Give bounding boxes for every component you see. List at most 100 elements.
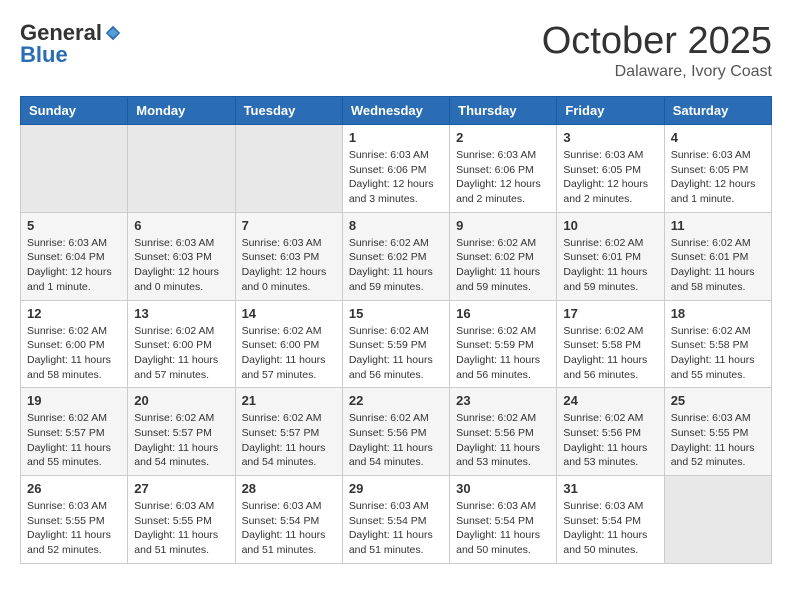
day-header-friday: Friday [557,97,664,125]
calendar-cell: 31Sunrise: 6:03 AM Sunset: 5:54 PM Dayli… [557,476,664,564]
calendar-cell: 4 Sunrise: 6:03 AM Sunset: 6:05 PM Daylig… [664,125,771,213]
day-number: 29 [349,481,443,496]
calendar-week-2: 5 Sunrise: 6:03 AM Sunset: 6:04 PM Daylig… [21,212,772,300]
day-number: 22 [349,393,443,408]
calendar-cell: 6Sunrise: 6:03 AM Sunset: 6:03 PM Daylig… [128,212,235,300]
day-number: 5 [27,218,121,233]
calendar-header-row: SundayMondayTuesdayWednesdayThursdayFrid… [21,97,772,125]
day-number: 20 [134,393,228,408]
day-number: 14 [242,306,336,321]
day-number: 30 [456,481,550,496]
day-info: Sunrise: 6:03 AM Sunset: 5:55 PM Dayligh… [671,411,765,470]
day-number: 4 [671,130,765,145]
calendar-cell: 24 Sunrise: 6:02 AM Sunset: 5:56 PM Dayli… [557,388,664,476]
day-info: Sunrise: 6:02 AM Sunset: 6:01 PM Dayligh… [563,236,657,295]
calendar-cell: 15Sunrise: 6:02 AM Sunset: 5:59 PM Dayli… [342,300,449,388]
day-info: Sunrise: 6:03 AM Sunset: 6:05 PM Dayligh… [671,148,765,207]
day-info: Sunrise: 6:03 AM Sunset: 5:54 PM Dayligh… [563,499,657,558]
calendar-cell: 2Sunrise: 6:03 AM Sunset: 6:06 PM Daylig… [450,125,557,213]
day-number: 15 [349,306,443,321]
calendar-cell: 8 Sunrise: 6:02 AM Sunset: 6:02 PM Daylig… [342,212,449,300]
calendar-cell: 11 Sunrise: 6:02 AM Sunset: 6:01 PM Dayli… [664,212,771,300]
logo: General Blue [20,20,122,68]
calendar-cell: 14 Sunrise: 6:02 AM Sunset: 6:00 PM Dayli… [235,300,342,388]
day-number: 23 [456,393,550,408]
day-number: 8 [349,218,443,233]
day-number: 6 [134,218,228,233]
day-info: Sunrise: 6:03 AM Sunset: 6:03 PM Dayligh… [242,236,336,295]
day-info: Sunrise: 6:02 AM Sunset: 6:00 PM Dayligh… [242,324,336,383]
day-header-monday: Monday [128,97,235,125]
calendar-cell: 10 Sunrise: 6:02 AM Sunset: 6:01 PM Dayli… [557,212,664,300]
calendar-cell: 1 Sunrise: 6:03 AM Sunset: 6:06 PM Daylig… [342,125,449,213]
calendar-cell: 25 Sunrise: 6:03 AM Sunset: 5:55 PM Dayli… [664,388,771,476]
calendar-cell: 19Sunrise: 6:02 AM Sunset: 5:57 PM Dayli… [21,388,128,476]
logo-icon [104,24,122,42]
day-number: 9 [456,218,550,233]
day-number: 27 [134,481,228,496]
day-info: Sunrise: 6:02 AM Sunset: 6:00 PM Dayligh… [27,324,121,383]
day-info: Sunrise: 6:02 AM Sunset: 5:56 PM Dayligh… [456,411,550,470]
calendar-cell: 26 Sunrise: 6:03 AM Sunset: 5:55 PM Dayli… [21,476,128,564]
day-info: Sunrise: 6:02 AM Sunset: 6:02 PM Dayligh… [349,236,443,295]
day-info: Sunrise: 6:03 AM Sunset: 6:06 PM Dayligh… [456,148,550,207]
calendar-cell: 22Sunrise: 6:02 AM Sunset: 5:56 PM Dayli… [342,388,449,476]
title-section: October 2025 Dalaware, Ivory Coast [542,20,772,81]
calendar-week-5: 26 Sunrise: 6:03 AM Sunset: 5:55 PM Dayli… [21,476,772,564]
calendar-cell: 30 Sunrise: 6:03 AM Sunset: 5:54 PM Dayli… [450,476,557,564]
day-header-thursday: Thursday [450,97,557,125]
calendar-cell: 23 Sunrise: 6:02 AM Sunset: 5:56 PM Dayli… [450,388,557,476]
calendar-cell: 9Sunrise: 6:02 AM Sunset: 6:02 PM Daylig… [450,212,557,300]
calendar-cell: 5 Sunrise: 6:03 AM Sunset: 6:04 PM Daylig… [21,212,128,300]
day-info: Sunrise: 6:02 AM Sunset: 6:01 PM Dayligh… [671,236,765,295]
day-info: Sunrise: 6:03 AM Sunset: 5:54 PM Dayligh… [456,499,550,558]
day-number: 24 [563,393,657,408]
calendar-cell: 21Sunrise: 6:02 AM Sunset: 5:57 PM Dayli… [235,388,342,476]
day-header-saturday: Saturday [664,97,771,125]
day-info: Sunrise: 6:03 AM Sunset: 6:06 PM Dayligh… [349,148,443,207]
calendar-cell [664,476,771,564]
calendar-week-3: 12 Sunrise: 6:02 AM Sunset: 6:00 PM Dayli… [21,300,772,388]
calendar-cell: 7 Sunrise: 6:03 AM Sunset: 6:03 PM Daylig… [235,212,342,300]
day-info: Sunrise: 6:02 AM Sunset: 5:59 PM Dayligh… [456,324,550,383]
day-number: 17 [563,306,657,321]
logo-blue: Blue [20,42,68,68]
day-header-tuesday: Tuesday [235,97,342,125]
calendar-table: SundayMondayTuesdayWednesdayThursdayFrid… [20,96,772,564]
day-number: 28 [242,481,336,496]
day-info: Sunrise: 6:03 AM Sunset: 6:05 PM Dayligh… [563,148,657,207]
day-number: 18 [671,306,765,321]
day-number: 25 [671,393,765,408]
page-header: General Blue October 2025 Dalaware, Ivor… [20,20,772,81]
day-info: Sunrise: 6:03 AM Sunset: 5:55 PM Dayligh… [27,499,121,558]
day-info: Sunrise: 6:03 AM Sunset: 5:55 PM Dayligh… [134,499,228,558]
calendar-cell: 12 Sunrise: 6:02 AM Sunset: 6:00 PM Dayli… [21,300,128,388]
day-number: 26 [27,481,121,496]
day-info: Sunrise: 6:03 AM Sunset: 6:04 PM Dayligh… [27,236,121,295]
calendar-cell: 27 Sunrise: 6:03 AM Sunset: 5:55 PM Dayli… [128,476,235,564]
calendar-cell: 29 Sunrise: 6:03 AM Sunset: 5:54 PM Dayli… [342,476,449,564]
calendar-cell: 17 Sunrise: 6:02 AM Sunset: 5:58 PM Dayli… [557,300,664,388]
calendar-cell [128,125,235,213]
day-number: 13 [134,306,228,321]
day-number: 1 [349,130,443,145]
calendar-cell: 3 Sunrise: 6:03 AM Sunset: 6:05 PM Daylig… [557,125,664,213]
day-number: 7 [242,218,336,233]
day-number: 11 [671,218,765,233]
day-number: 19 [27,393,121,408]
calendar-cell: 18Sunrise: 6:02 AM Sunset: 5:58 PM Dayli… [664,300,771,388]
calendar-week-1: 1 Sunrise: 6:03 AM Sunset: 6:06 PM Daylig… [21,125,772,213]
day-info: Sunrise: 6:02 AM Sunset: 5:56 PM Dayligh… [563,411,657,470]
calendar-week-4: 19 Sunrise: 6:02 AM Sunset: 5:57 PM Dayli… [21,388,772,476]
day-number: 10 [563,218,657,233]
month-title: October 2025 [542,20,772,63]
day-info: Sunrise: 6:03 AM Sunset: 5:54 PM Dayligh… [349,499,443,558]
day-info: Sunrise: 6:02 AM Sunset: 5:57 PM Dayligh… [242,411,336,470]
day-number: 12 [27,306,121,321]
day-header-wednesday: Wednesday [342,97,449,125]
day-info: Sunrise: 6:02 AM Sunset: 5:58 PM Dayligh… [563,324,657,383]
day-number: 3 [563,130,657,145]
day-number: 16 [456,306,550,321]
day-info: Sunrise: 6:02 AM Sunset: 5:57 PM Dayligh… [134,411,228,470]
calendar-cell: 16 Sunrise: 6:02 AM Sunset: 5:59 PM Dayli… [450,300,557,388]
